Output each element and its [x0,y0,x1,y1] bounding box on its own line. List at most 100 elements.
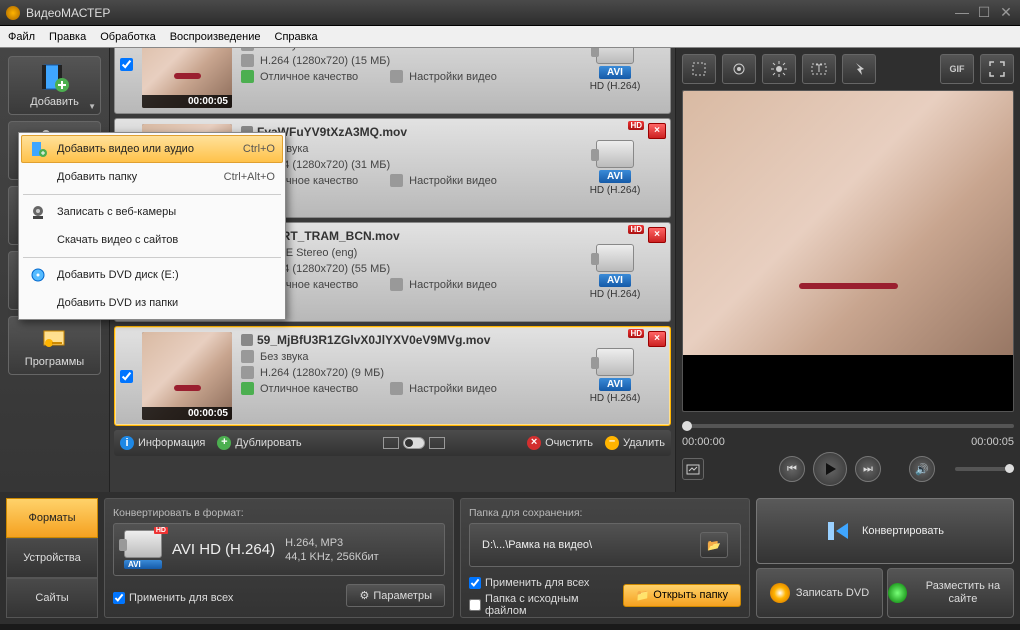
output-format-cell[interactable]: HD×AVIHD (H.264) [560,48,670,113]
menu-file[interactable]: Файл [8,31,35,43]
clear-button[interactable]: ×Очистить [527,436,593,450]
playback-controls: ⏮ ⏭ 🔊 [682,452,1014,486]
menu-edit[interactable]: Правка [49,31,86,43]
remove-file-button[interactable]: × [648,123,666,139]
params-button[interactable]: ⚙Параметры [346,584,445,607]
output-path[interactable]: D:\...\Рамка на видео\ 📂 [469,523,741,567]
preview-toolbar: T GIF [682,54,1014,84]
remove-file-button[interactable]: × [648,331,666,347]
tab-formats[interactable]: Форматы [6,498,98,538]
tab-devices[interactable]: Устройства [6,538,98,578]
video-settings-link[interactable]: Настройки видео [409,383,497,395]
title-bar: ВидеоМАСТЕР — ☐ ✕ [0,0,1020,26]
bottom-panel: Форматы Устройства Сайты Конвертировать … [0,492,1020,624]
speed-tool[interactable] [842,54,876,84]
film-add-icon [38,63,72,93]
snapshot-button[interactable] [682,458,704,480]
quality-dropdown[interactable]: Отличное качество [260,383,358,395]
menu-bar: Файл Правка Обработка Воспроизведение Сп… [0,26,1020,48]
video-preview[interactable] [682,90,1014,412]
remove-file-button[interactable]: × [648,227,666,243]
film-add-small-icon [29,140,49,158]
time-total: 00:00:05 [971,436,1014,448]
minimize-button[interactable]: — [954,5,970,21]
codec-icon [241,366,254,379]
format-panel: Конвертировать в формат: HD AVI AVI HD (… [104,498,454,618]
cancel-icon: × [527,436,541,450]
file-checkbox[interactable] [120,58,133,71]
fullscreen-tool[interactable] [980,54,1014,84]
crop-tool[interactable] [682,54,716,84]
gif-tool[interactable]: GIF [940,54,974,84]
info-icon: i [120,436,134,450]
menu-playback[interactable]: Воспроизведение [170,31,261,43]
output-format-cell[interactable]: HD×AVIHD (H.264) [560,223,670,321]
tab-sites[interactable]: Сайты [6,578,98,618]
same-folder-checkbox[interactable]: Папка с исходным файлом [469,593,613,617]
codec-info: H.264 (1280x720) (15 МБ) [260,55,390,67]
convert-icon [826,518,852,544]
output-format-cell[interactable]: HD×AVIHD (H.264) [560,327,670,425]
seek-bar[interactable] [682,416,1014,436]
duplicate-button[interactable]: +Дублировать [217,436,301,450]
video-settings-link[interactable]: Настройки видео [409,71,497,83]
file-thumbnail[interactable]: 00:00:05 [142,332,232,420]
close-button[interactable]: ✕ [998,5,1014,21]
maximize-button[interactable]: ☐ [976,5,992,21]
menu-add-dvd[interactable]: Добавить DVD диск (E:) [21,261,283,289]
enhance-tool[interactable] [722,54,756,84]
audio-icon [241,48,254,51]
file-name: FyaWFuYV9tXzA3MQ.mov [241,125,556,139]
menu-add-video[interactable]: Добавить видео или аудио Ctrl+O [21,135,283,163]
file-thumbnail[interactable]: 00:00:05 [142,48,232,108]
globe-icon [888,583,907,603]
menu-help[interactable]: Справка [275,31,318,43]
burn-dvd-button[interactable]: Записать DVD [756,568,883,618]
output-format-cell[interactable]: HD×AVIHD (H.264) [560,119,670,217]
file-row[interactable]: 00:00:0559_MjBfU3R1ZGlvX0JlYXV0eV9MVg.mo… [114,326,671,426]
open-folder-button[interactable]: 📁Открыть папку [623,584,741,607]
duration-label: 00:00:05 [142,95,232,108]
browse-button[interactable]: 📂 [700,532,728,558]
info-button[interactable]: iИнформация [120,436,205,450]
convert-button[interactable]: Конвертировать [756,498,1014,564]
audio-info: Без звука [260,48,309,51]
apply-all-folder-checkbox[interactable]: Применить для всех [469,577,613,589]
apply-all-checkbox[interactable]: Применить для всех [113,592,233,604]
format-selector[interactable]: HD AVI AVI HD (H.264) H.264, MP344,1 KHz… [113,523,445,576]
menu-webcam[interactable]: Записать с веб-камеры [21,198,283,226]
programs-button[interactable]: Программы [8,316,101,375]
folder-panel: Папка для сохранения: D:\...\Рамка на ви… [460,498,750,618]
volume-button[interactable]: 🔊 [909,456,935,482]
audio-icon [241,350,254,363]
dvd-icon [770,583,790,603]
quality-dropdown[interactable]: Отличное качество [260,71,358,83]
prev-button[interactable]: ⏮ [779,456,805,482]
menu-download[interactable]: Скачать видео с сайтов [21,226,283,254]
menu-process[interactable]: Обработка [100,31,155,43]
minus-icon: – [605,436,619,450]
gear-icon [390,174,403,187]
video-settings-link[interactable]: Настройки видео [409,279,497,291]
format-badge: AVI [599,66,631,79]
delete-button[interactable]: –Удалить [605,436,665,450]
file-checkbox[interactable] [120,370,133,383]
menu-add-folder[interactable]: Добавить папку Ctrl+Alt+O [21,163,283,191]
codec-icon [241,54,254,67]
menu-add-dvd-folder[interactable]: Добавить DVD из папки [21,289,283,317]
next-button[interactable]: ⏭ [855,456,881,482]
output-codec: HD (H.264) [590,393,641,404]
webcam-icon [29,203,49,221]
play-button[interactable] [813,452,847,486]
plus-icon: + [217,436,231,450]
text-tool[interactable]: T [802,54,836,84]
brightness-tool[interactable] [762,54,796,84]
volume-slider[interactable] [955,467,1014,471]
view-toggle[interactable] [314,437,515,449]
app-logo-icon [6,6,20,20]
video-settings-link[interactable]: Настройки видео [409,175,497,187]
file-row[interactable]: 00:00:0542_MDZiQmlvNlJXR5X0tL.movБез зву… [114,48,671,114]
codec-info: H.264 (1280x720) (9 МБ) [260,367,384,379]
add-button[interactable]: Добавить ▼ [8,56,101,115]
publish-button[interactable]: Разместить на сайте [887,568,1014,618]
